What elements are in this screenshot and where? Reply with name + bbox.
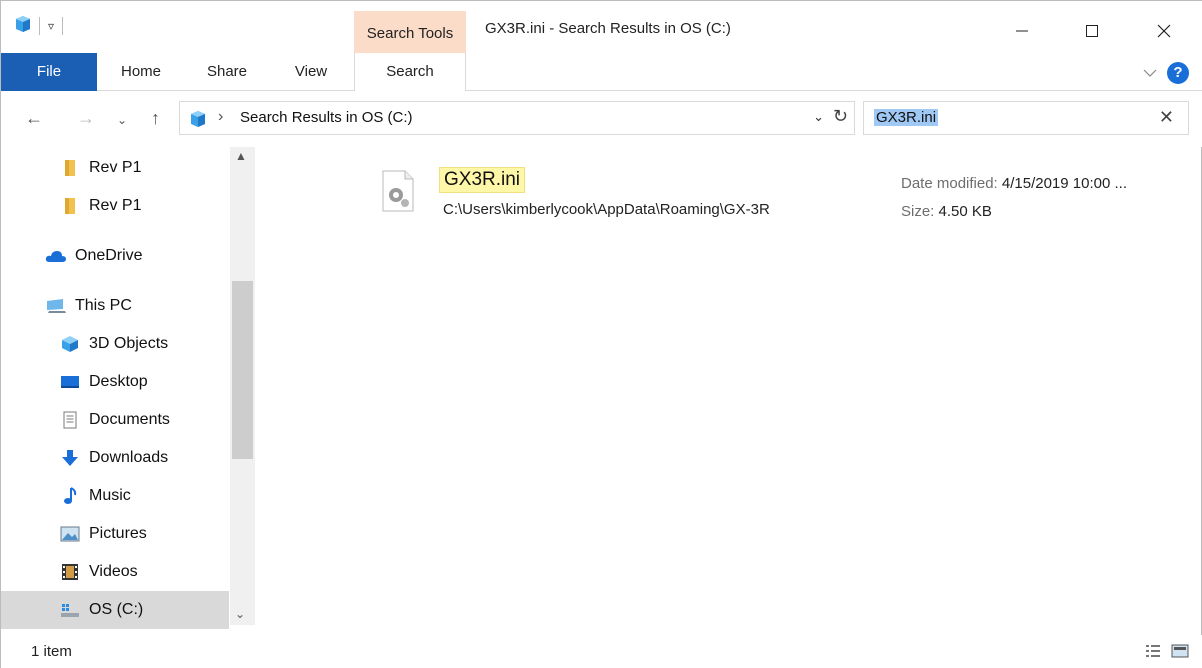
window-title: GX3R.ini - Search Results in OS (C:)	[485, 20, 731, 37]
maximize-icon	[1086, 25, 1098, 37]
nav-item-documents[interactable]: Documents	[1, 401, 229, 439]
nav-item-downloads[interactable]: Downloads	[1, 439, 229, 477]
file-name[interactable]: GX3R.ini	[439, 167, 526, 193]
ribbon-controls: ?	[1143, 62, 1189, 84]
file-path: C:\Users\kimberlycook\AppData\Roaming\GX…	[443, 201, 770, 218]
scrollbar-thumb[interactable]	[232, 281, 253, 459]
computer-icon	[45, 296, 67, 316]
nav-item-label: 3D Objects	[89, 335, 169, 352]
nav-item-label: Downloads	[89, 449, 169, 466]
nav-item-rev-p1[interactable]: Rev P1	[1, 187, 229, 225]
file-size-label: Size:	[901, 203, 935, 220]
nav-item-music[interactable]: Music	[1, 477, 229, 515]
recent-locations-icon[interactable]: ⌄	[117, 113, 127, 127]
refresh-icon[interactable]: ↻	[833, 106, 848, 127]
tab-view[interactable]: View	[279, 53, 343, 91]
date-modified-value: 4/15/2019 10:00 ...	[1001, 175, 1127, 192]
nav-item-3d-objects[interactable]: 3D Objects	[1, 325, 229, 363]
address-dropdown-icon[interactable]: ⌄	[813, 109, 824, 125]
close-button[interactable]	[1141, 11, 1187, 51]
tab-share[interactable]: Share	[195, 53, 259, 91]
large-icons-view-icon[interactable]	[1171, 643, 1189, 663]
search-tools-tab-group: Search Tools	[354, 11, 466, 53]
search-tools-label: Search Tools	[366, 25, 454, 42]
maximize-button[interactable]	[1069, 11, 1115, 51]
scroll-down-icon[interactable]: ⌄	[235, 607, 245, 621]
list-item[interactable]: GX3R.ini C:\Users\kimberlycook\AppData\R…	[377, 163, 1197, 233]
view-switcher	[1145, 643, 1189, 663]
up-arrow-icon[interactable]: ↑	[151, 108, 160, 129]
tab-file[interactable]: File	[1, 53, 97, 91]
back-arrow-icon[interactable]: ←	[25, 108, 43, 129]
nav-item-label: Desktop	[89, 373, 148, 390]
document-icon	[59, 410, 81, 430]
close-icon	[1157, 24, 1171, 38]
nav-item-label: Rev P1	[89, 159, 142, 176]
quick-access-toolbar: ▿	[15, 15, 64, 37]
status-bar: 1 item	[1, 635, 1202, 668]
tab-search[interactable]: Search	[354, 53, 466, 92]
nav-pane-scrollbar[interactable]: ▲ ⌄	[230, 147, 255, 625]
navigation-pane: Rev P1 Rev P1 OneDrive This PC 3D Object…	[1, 147, 255, 629]
address-row: ← → ⌄ ↑ › Search Results in OS (C:) ⌄ ↻ …	[1, 91, 1202, 147]
folder-icon	[59, 158, 81, 178]
folder-icon	[59, 196, 81, 216]
nav-item-label: Documents	[89, 411, 170, 428]
nav-item-rev-p1[interactable]: Rev P1	[1, 149, 229, 187]
minimize-icon	[1016, 30, 1028, 32]
app-icon[interactable]	[15, 15, 31, 37]
nav-item-label: Rev P1	[89, 197, 142, 214]
clear-search-icon[interactable]: ✕	[1159, 107, 1174, 128]
forward-arrow-icon[interactable]: →	[77, 108, 95, 129]
nav-item-label: Pictures	[89, 525, 147, 542]
minimize-button[interactable]	[999, 11, 1045, 51]
nav-item-label: OneDrive	[75, 247, 143, 264]
nav-item-this-pc[interactable]: This PC	[1, 287, 229, 325]
explorer-window: ▿ Search Tools GX3R.ini - Search Results…	[0, 0, 1202, 668]
music-note-icon	[59, 486, 81, 506]
cloud-icon	[45, 246, 67, 266]
address-bar[interactable]: › Search Results in OS (C:) ⌄ ↻	[179, 101, 855, 135]
date-modified: Date modified: 4/15/2019 10:00 ...	[901, 175, 1127, 192]
help-button[interactable]: ?	[1167, 62, 1189, 84]
tab-home[interactable]: Home	[109, 53, 173, 91]
file-size-value: 4.50 KB	[938, 203, 992, 220]
cube-icon	[59, 334, 81, 354]
expand-ribbon-icon[interactable]	[1143, 65, 1157, 82]
search-input[interactable]: GX3R.ini ✕	[863, 101, 1189, 135]
scroll-up-icon[interactable]: ▲	[235, 149, 247, 163]
nav-item-desktop[interactable]: Desktop	[1, 363, 229, 401]
details-view-icon[interactable]	[1145, 643, 1161, 663]
ribbon-tabs: File Home Share View Search ?	[1, 53, 1202, 92]
nav-item-pictures[interactable]: Pictures	[1, 515, 229, 553]
file-size: Size: 4.50 KB	[901, 203, 992, 220]
film-icon	[59, 562, 81, 582]
breadcrumb-chevron-icon[interactable]: ›	[218, 108, 223, 126]
drive-icon	[59, 600, 81, 620]
title-bar: ▿ Search Tools GX3R.ini - Search Results…	[1, 1, 1202, 53]
nav-item-videos[interactable]: Videos	[1, 553, 229, 591]
customize-toolbar-icon[interactable]: ▿	[48, 19, 54, 33]
nav-item-label: Videos	[89, 563, 138, 580]
divider	[39, 17, 40, 35]
divider	[62, 17, 64, 35]
nav-item-os-c[interactable]: OS (C:)	[1, 591, 229, 629]
pictures-icon	[59, 524, 81, 544]
nav-item-onedrive[interactable]: OneDrive	[1, 237, 229, 275]
nav-item-label: This PC	[75, 297, 132, 314]
item-count: 1 item	[31, 643, 72, 660]
date-modified-label: Date modified:	[901, 175, 998, 192]
download-arrow-icon	[59, 448, 81, 468]
desktop-icon	[59, 372, 81, 392]
ini-file-icon	[381, 169, 415, 217]
search-results-icon	[190, 110, 206, 132]
search-query[interactable]: GX3R.ini	[874, 109, 939, 126]
nav-item-label: OS (C:)	[89, 601, 144, 618]
breadcrumb[interactable]: Search Results in OS (C:)	[240, 109, 413, 126]
nav-item-label: Music	[89, 487, 131, 504]
